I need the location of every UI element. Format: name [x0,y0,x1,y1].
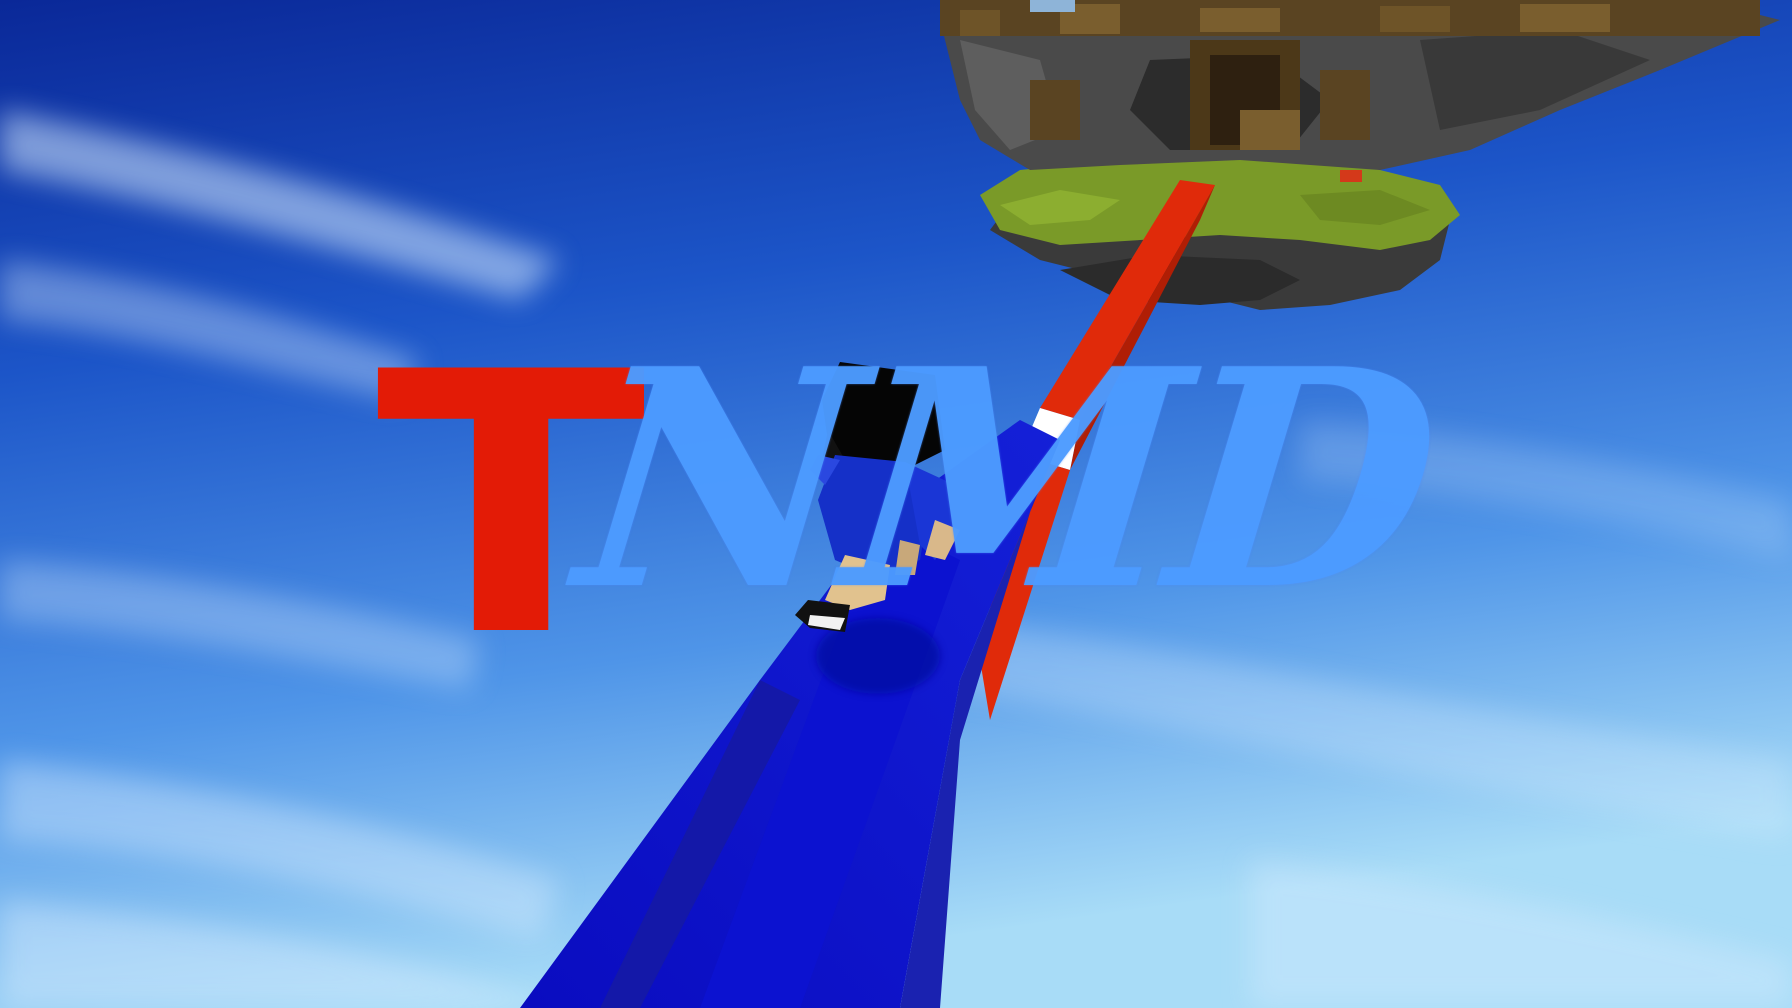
logo-text-blue: NMD [565,303,1446,656]
game-scene: T NMD [0,0,1792,1008]
